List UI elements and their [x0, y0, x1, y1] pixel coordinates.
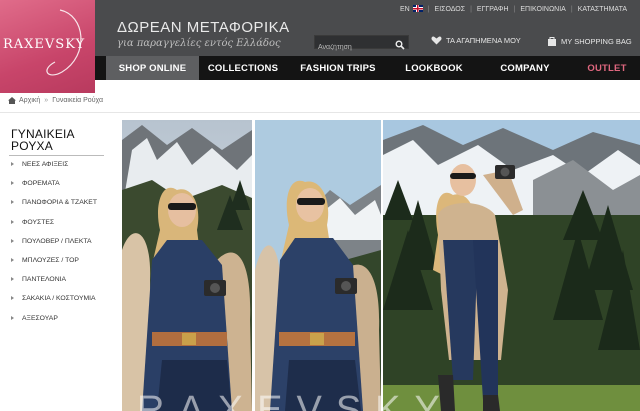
favorites-link[interactable]: ΤΑ ΑΓΑΠΗΜΕΝΑ ΜΟΥ [431, 36, 521, 45]
brand-logo[interactable]: RAXEVSKY [0, 0, 95, 93]
menu-item-skirts[interactable]: ΦΟΥΣΤΕΣ [10, 218, 97, 237]
search-icon[interactable] [395, 37, 405, 55]
heart-icon [431, 36, 442, 45]
hero-photo-3[interactable] [383, 120, 640, 411]
breadcrumb-current: Γυναικεία Ρούχα [52, 97, 104, 104]
breadcrumb-separator-icon: » [44, 97, 49, 104]
menu-item-jackets-suits[interactable]: ΣΑΚΑΚΙΑ / ΚΟΣΤΟΥΜΙΑ [10, 294, 97, 313]
shopping-bag-link[interactable]: MY SHOPPING BAG [547, 36, 632, 46]
nav-lookbook[interactable]: LOOKBOOK [396, 56, 472, 80]
stores-link[interactable]: ΚΑΤΑΣΤΗΜΑΤΑ [573, 6, 632, 13]
nav-collections[interactable]: COLLECTIONS [199, 56, 287, 80]
login-link[interactable]: ΕΙΣΟΔΟΣ [430, 6, 471, 13]
breadcrumb-divider [0, 112, 640, 113]
nav-company[interactable]: COMPANY [488, 56, 562, 80]
logo-wordmark: RAXEVSKY [3, 37, 86, 52]
hero-photo-1[interactable] [122, 120, 252, 411]
menu-item-blouses[interactable]: ΜΠΛΟΥΖΕΣ / TOP [10, 256, 97, 275]
hero-photo-2[interactable] [255, 120, 381, 411]
category-title-divider [9, 155, 104, 156]
free-shipping-subtitle: για παραγγελίες εντός Ελλάδος [117, 38, 281, 49]
search-box [314, 35, 409, 54]
home-icon[interactable] [8, 97, 16, 104]
shopping-bag-label: MY SHOPPING BAG [561, 36, 632, 46]
language-switch[interactable]: EN [395, 5, 428, 13]
free-shipping-title: ΔΩΡΕΑΝ ΜΕΤΑΦΟΡΙΚΑ [117, 19, 290, 36]
category-menu: ΝΕΕΣ ΑΦΙΞΕΙΣ ΦΟΡΕΜΑΤΑ ΠΑΝΩΦΟΡΙΑ & ΤΖΑΚΕΤ… [10, 160, 97, 333]
favorites-label: ΤΑ ΑΓΑΠΗΜΕΝΑ ΜΟΥ [446, 36, 521, 45]
main-nav: SHOP ONLINE COLLECTIONS FASHION TRIPS LO… [0, 56, 640, 80]
nav-fashion-trips[interactable]: FASHION TRIPS [291, 56, 385, 80]
menu-item-accessories[interactable]: ΑΞΕΣΟΥΑΡ [10, 314, 97, 333]
breadcrumb: Αρχική » Γυναικεία Ρούχα [8, 97, 103, 104]
nav-outlet[interactable]: OUTLET [578, 56, 636, 80]
menu-item-new-arrivals[interactable]: ΝΕΕΣ ΑΦΙΞΕΙΣ [10, 160, 97, 179]
menu-item-sweaters[interactable]: ΠΟΥΛΟΒΕΡ / ΠΛΕΚΤΑ [10, 237, 97, 256]
register-link[interactable]: ΕΓΓΡΑΦΗ [472, 6, 514, 13]
breadcrumb-home[interactable]: Αρχική [19, 97, 40, 104]
menu-item-outerwear[interactable]: ΠΑΝΩΦΟΡΙΑ & ΤΖΑΚΕΤ [10, 198, 97, 217]
menu-item-trousers[interactable]: ΠΑΝΤΕΛΟΝΙΑ [10, 275, 97, 294]
menu-item-dresses[interactable]: ΦΟΡΕΜΑΤΑ [10, 179, 97, 198]
top-links: EN | ΕΙΣΟΔΟΣ | ΕΓΓΡΑΦΗ | ΕΠΙΚΟΙΝΩΝΙΑ | Κ… [395, 5, 632, 13]
category-title: ΓΥΝΑΙΚΕΙΑ ΡΟΥΧΑ [11, 127, 75, 153]
search-input[interactable] [315, 41, 393, 54]
uk-flag-icon [412, 5, 423, 12]
shopping-bag-icon [548, 37, 556, 46]
nav-shop-online[interactable]: SHOP ONLINE [106, 56, 199, 80]
contact-link[interactable]: ΕΠΙΚΟΙΝΩΝΙΑ [515, 6, 570, 13]
